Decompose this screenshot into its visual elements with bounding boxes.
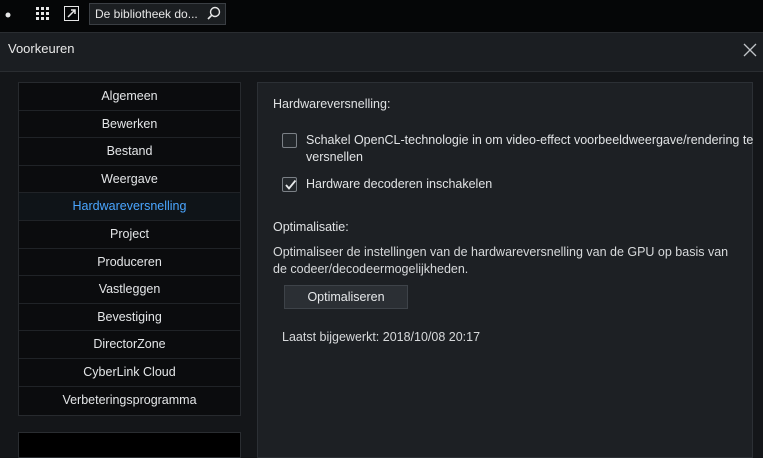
nav-item-bewerken[interactable]: Bewerken bbox=[19, 111, 240, 139]
last-updated-text: Laatst bijgewerkt: 2018/10/08 20:17 bbox=[282, 330, 481, 344]
settings-panel: Hardwareversnelling: Schakel OpenCL-tech… bbox=[257, 82, 753, 458]
nav-item-vastleggen[interactable]: Vastleggen bbox=[19, 276, 240, 304]
top-toolbar: De bibliotheek do... bbox=[0, 0, 763, 33]
dot-icon[interactable] bbox=[5, 6, 11, 29]
library-search-input[interactable]: De bibliotheek do... bbox=[89, 3, 226, 25]
resize-icon[interactable] bbox=[64, 6, 79, 26]
opencl-label: Schakel OpenCL-technologie in om video-e… bbox=[306, 133, 754, 164]
opencl-checkbox[interactable] bbox=[282, 133, 297, 148]
search-text: De bibliotheek do... bbox=[95, 7, 198, 21]
search-icon[interactable] bbox=[207, 6, 221, 20]
checkmark-icon bbox=[285, 179, 297, 190]
grid-icon[interactable] bbox=[36, 7, 50, 26]
preferences-nav: Algemeen Bewerken Bestand Weergave Hardw… bbox=[18, 82, 241, 416]
section-optimization-label: Optimalisatie: bbox=[273, 220, 349, 234]
hw-decode-label: Hardware decoderen inschakelen bbox=[306, 177, 493, 191]
nav-item-directorzone[interactable]: DirectorZone bbox=[19, 331, 240, 359]
optimization-description: Optimaliseer de instellingen van de hard… bbox=[273, 245, 729, 276]
nav-item-produceren[interactable]: Produceren bbox=[19, 249, 240, 277]
nav-item-project[interactable]: Project bbox=[19, 221, 240, 249]
preview-area bbox=[18, 432, 241, 458]
dialog-title: Voorkeuren bbox=[8, 41, 75, 56]
close-icon[interactable] bbox=[741, 41, 759, 59]
optimize-button[interactable]: Optimaliseren bbox=[284, 285, 408, 309]
nav-item-cyberlink-cloud[interactable]: CyberLink Cloud bbox=[19, 359, 240, 387]
nav-item-hardwareversnelling[interactable]: Hardwareversnelling bbox=[19, 193, 240, 221]
section-hardware-label: Hardwareversnelling: bbox=[273, 97, 391, 111]
nav-item-bevestiging[interactable]: Bevestiging bbox=[19, 304, 240, 332]
nav-item-algemeen[interactable]: Algemeen bbox=[19, 83, 240, 111]
nav-item-bestand[interactable]: Bestand bbox=[19, 138, 240, 166]
dialog-title-bar: Voorkeuren bbox=[0, 33, 763, 72]
hw-decode-checkbox[interactable] bbox=[282, 177, 297, 192]
nav-item-weergave[interactable]: Weergave bbox=[19, 166, 240, 194]
nav-item-verbeteringsprogramma[interactable]: Verbeteringsprogramma bbox=[19, 387, 240, 415]
